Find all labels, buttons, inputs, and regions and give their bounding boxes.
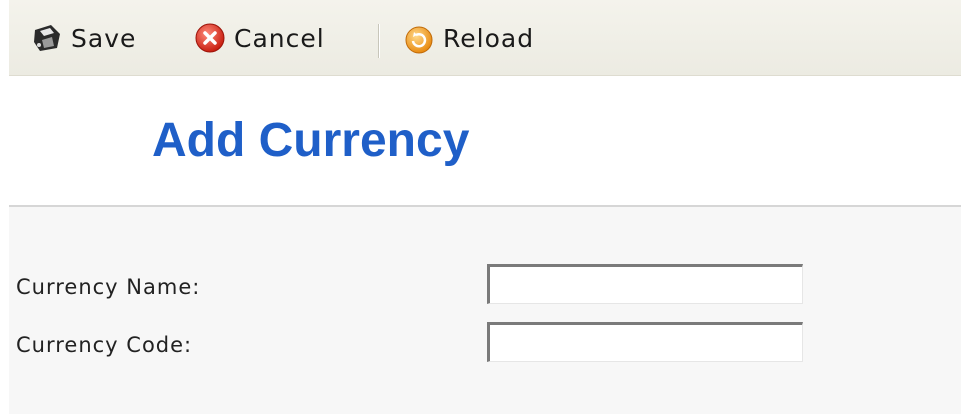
cancel-label: Cancel bbox=[234, 23, 325, 53]
currency-name-label: Currency Name: bbox=[16, 275, 201, 299]
page-title: Add Currency bbox=[152, 114, 470, 167]
currency-code-label: Currency Code: bbox=[16, 333, 193, 357]
page: Save Cancel Reload Add Currency Currency… bbox=[0, 0, 961, 414]
red-x-circle-icon bbox=[194, 22, 226, 54]
currency-name-input[interactable] bbox=[487, 264, 803, 304]
currency-form: Currency Name: Currency Code: bbox=[9, 205, 961, 414]
orange-refresh-icon bbox=[403, 22, 435, 54]
cancel-button[interactable]: Cancel bbox=[194, 20, 325, 56]
reload-label: Reload bbox=[443, 23, 535, 53]
toolbar: Save Cancel Reload bbox=[9, 0, 961, 76]
reload-button[interactable]: Reload bbox=[403, 20, 534, 56]
save-label: Save bbox=[71, 23, 137, 53]
save-button[interactable]: Save bbox=[31, 20, 136, 56]
floppy-disk-icon bbox=[31, 22, 63, 54]
toolbar-separator bbox=[378, 24, 380, 58]
currency-code-input[interactable] bbox=[487, 322, 803, 362]
